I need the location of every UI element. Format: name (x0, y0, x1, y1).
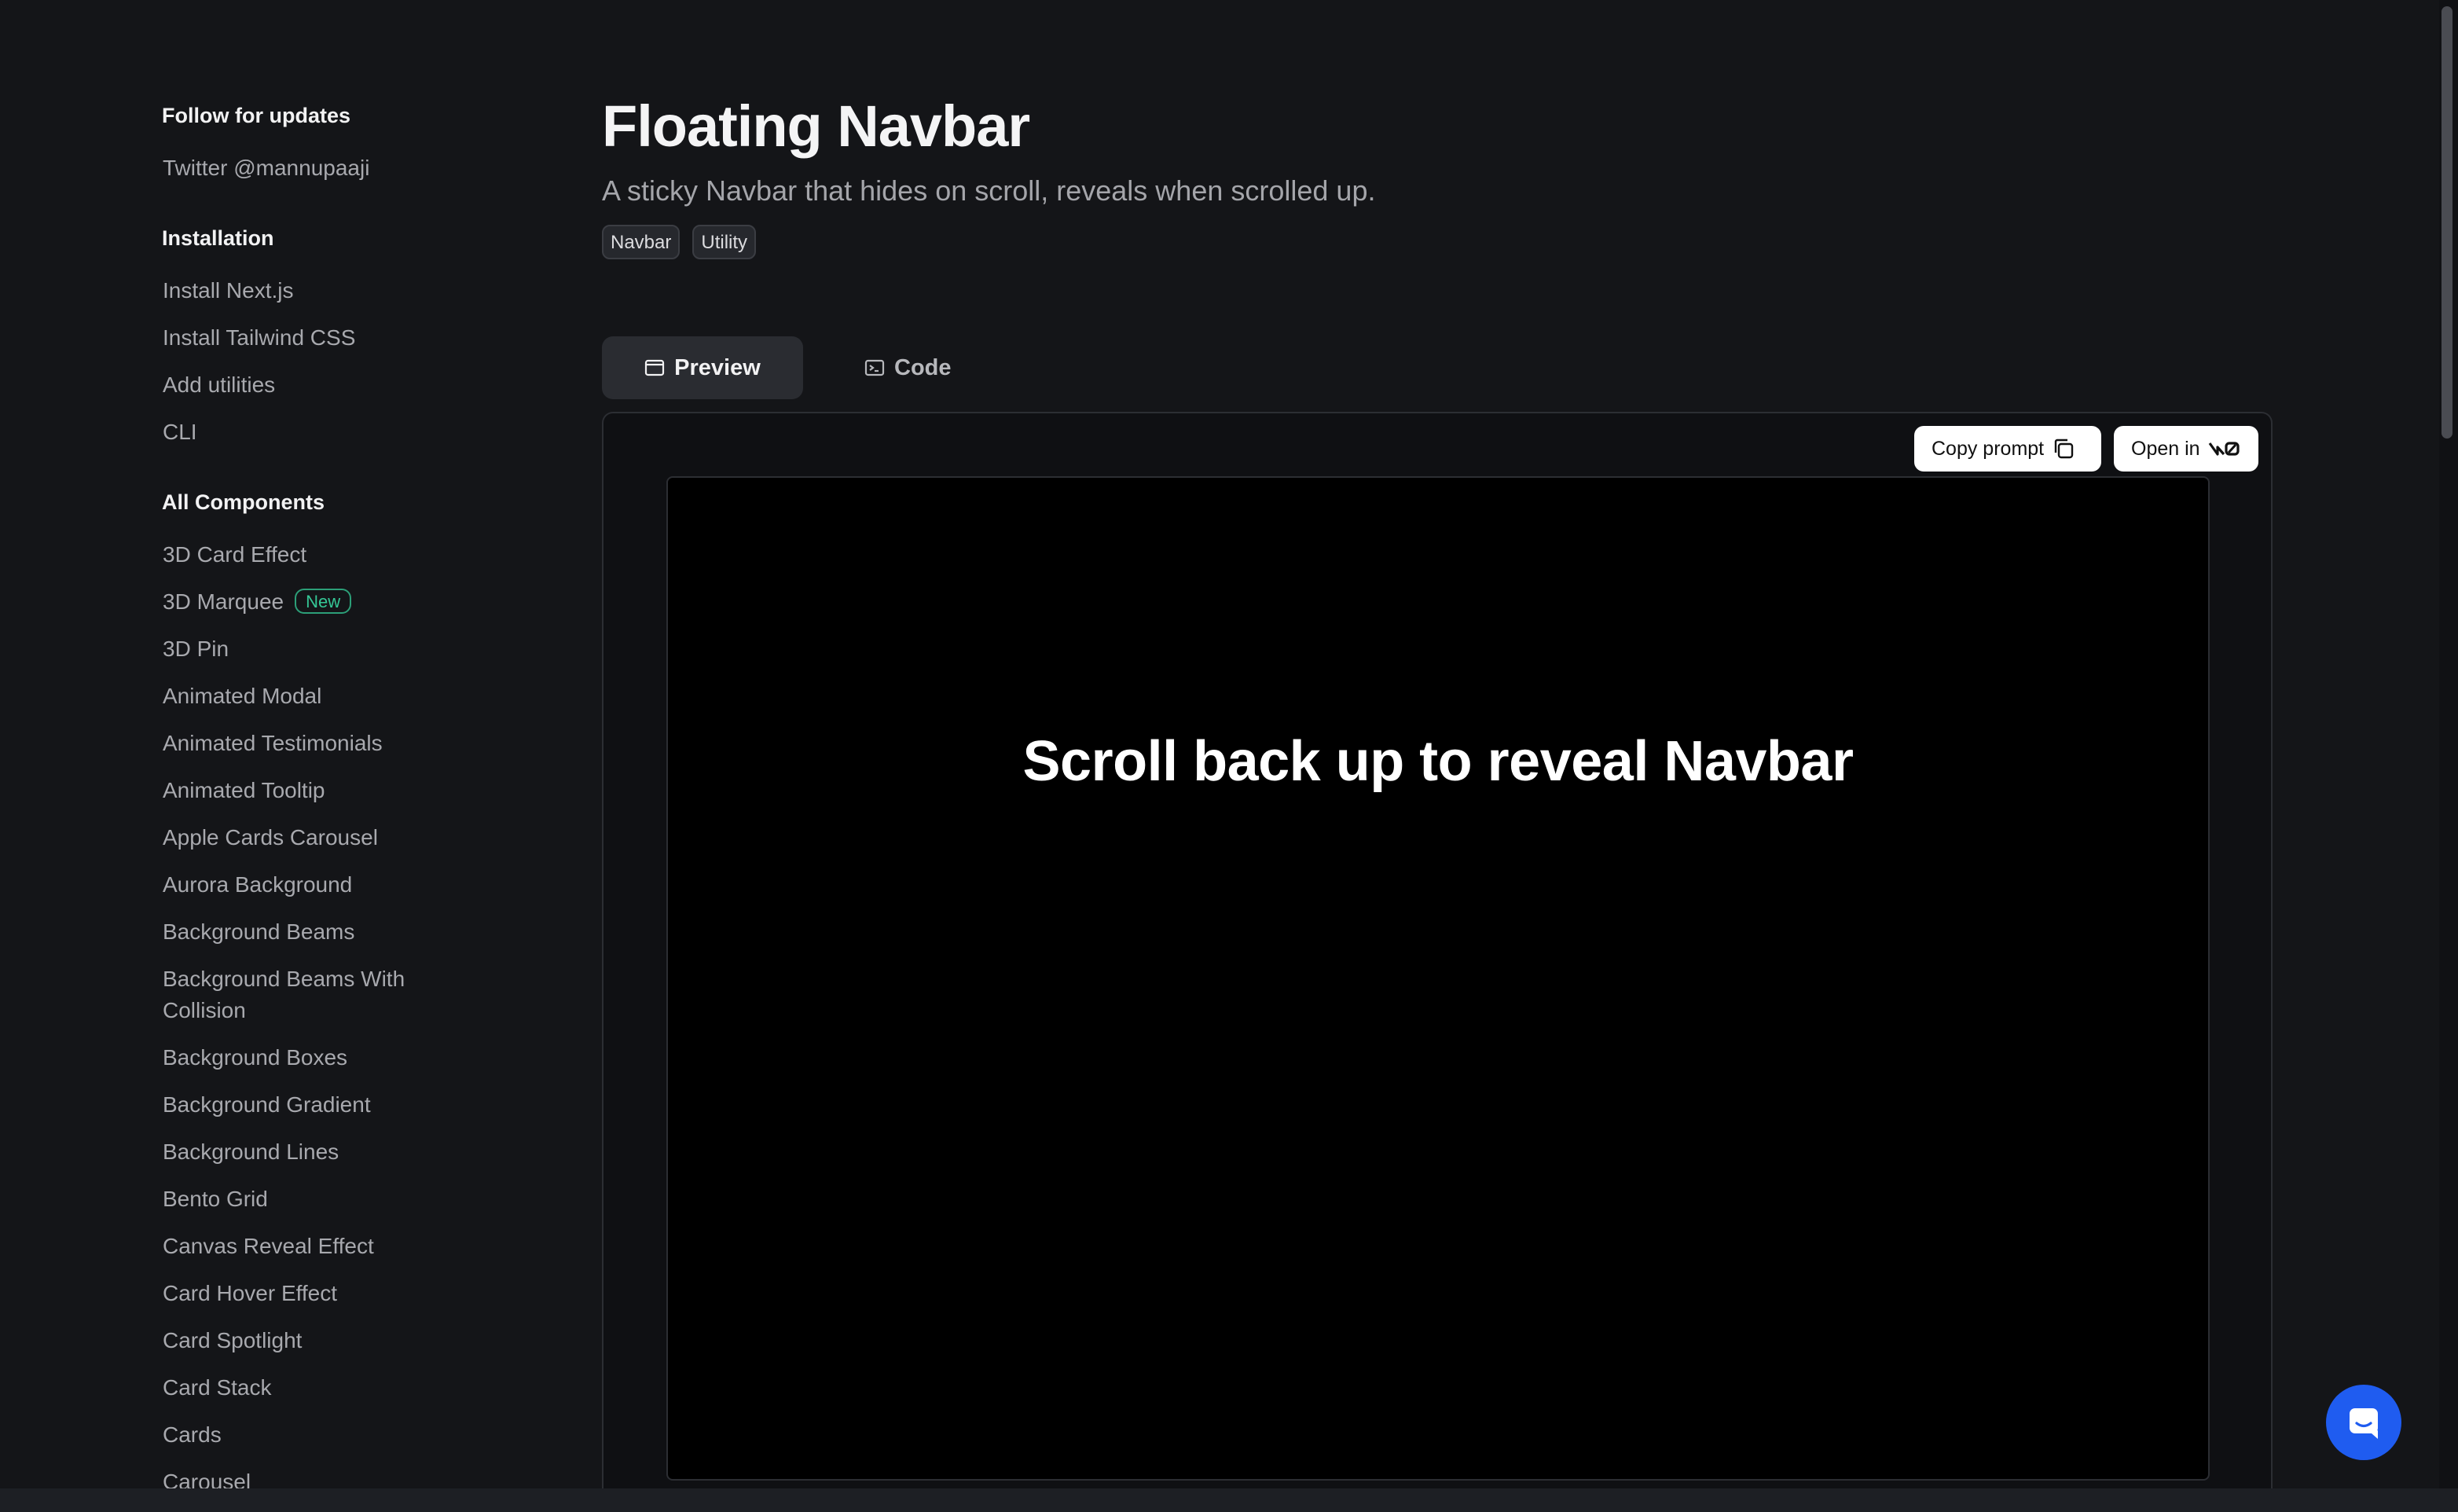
copy-prompt-button[interactable]: Copy prompt (1914, 426, 2101, 472)
sidebar-item-animated-tooltip[interactable]: Animated Tooltip (163, 775, 325, 806)
sidebar-item-label: 3D Marquee (163, 589, 284, 614)
sidebar-item-animated-modal[interactable]: Animated Modal (163, 681, 321, 712)
sidebar-item-3d-pin[interactable]: 3D Pin (163, 633, 229, 665)
sidebar-item-background-beams-collision[interactable]: Background Beams With Collision (163, 963, 446, 1026)
follow-section-title: Follow for updates (162, 104, 350, 127)
tab-code-label: Code (894, 354, 952, 380)
sidebar-item-card-stack[interactable]: Card Stack (163, 1372, 272, 1404)
open-in-v0-button[interactable]: Open in (2114, 426, 2258, 472)
sidebar-item-background-gradient[interactable]: Background Gradient (163, 1089, 371, 1121)
demo-preview-frame[interactable]: Scroll back up to reveal Navbar (666, 476, 2210, 1481)
tab-preview-label: Preview (674, 354, 761, 380)
v0-logo-icon (2208, 442, 2240, 456)
components-section-title: All Components (162, 490, 325, 514)
tab-preview[interactable]: Preview (602, 336, 803, 399)
sidebar-item-install-nextjs[interactable]: Install Next.js (163, 275, 294, 306)
twitter-link[interactable]: Twitter @mannupaaji (163, 152, 369, 184)
sidebar-item-background-lines[interactable]: Background Lines (163, 1136, 339, 1168)
sidebar-item-3d-marquee[interactable]: 3D Marquee New (163, 586, 352, 618)
sidebar-item-apple-cards-carousel[interactable]: Apple Cards Carousel (163, 822, 378, 853)
demo-headline: Scroll back up to reveal Navbar (1022, 730, 1854, 793)
sidebar-item-cli[interactable]: CLI (163, 417, 197, 448)
scrollbar-thumb[interactable] (2441, 6, 2452, 439)
sidebar-item-3d-card-effect[interactable]: 3D Card Effect (163, 539, 306, 571)
open-in-label: Open in (2131, 437, 2200, 460)
sidebar-item-card-hover-effect[interactable]: Card Hover Effect (163, 1278, 337, 1309)
copy-prompt-label: Copy prompt (1932, 437, 2045, 460)
sidebar-item-bento-grid[interactable]: Bento Grid (163, 1184, 268, 1215)
copy-icon (2054, 439, 2074, 459)
chat-icon (2350, 1408, 2378, 1439)
sidebar-item-card-spotlight[interactable]: Card Spotlight (163, 1325, 302, 1356)
chat-launcher-button[interactable] (2326, 1385, 2401, 1460)
tab-code[interactable]: Code (864, 336, 952, 399)
page-title: Floating Navbar (602, 94, 1030, 159)
sidebar-item-canvas-reveal-effect[interactable]: Canvas Reveal Effect (163, 1231, 374, 1262)
sidebar-item-aurora-background[interactable]: Aurora Background (163, 869, 352, 901)
tag-list: Navbar Utility (602, 225, 757, 259)
sidebar: Follow for updates Twitter @mannupaaji I… (0, 0, 550, 1488)
sidebar-item-background-beams[interactable]: Background Beams (163, 916, 354, 948)
sidebar-item-cards[interactable]: Cards (163, 1419, 222, 1451)
window-bottom-edge (0, 1488, 2458, 1512)
page: Follow for updates Twitter @mannupaaji I… (0, 0, 2439, 1488)
sidebar-item-install-tailwind[interactable]: Install Tailwind CSS (163, 322, 355, 354)
sidebar-item-add-utilities[interactable]: Add utilities (163, 369, 275, 401)
page-subtitle: A sticky Navbar that hides on scroll, re… (602, 174, 1376, 207)
sidebar-item-carousel[interactable]: Carousel (163, 1466, 251, 1488)
new-badge: New (295, 588, 352, 614)
sidebar-item-animated-testimonials[interactable]: Animated Testimonials (163, 728, 383, 759)
terminal-icon (864, 359, 885, 376)
window-icon (645, 359, 665, 376)
tag-utility: Utility (692, 225, 757, 259)
tag-navbar: Navbar (602, 225, 681, 259)
sidebar-item-background-boxes[interactable]: Background Boxes (163, 1042, 347, 1073)
installation-section-title: Installation (162, 226, 274, 250)
